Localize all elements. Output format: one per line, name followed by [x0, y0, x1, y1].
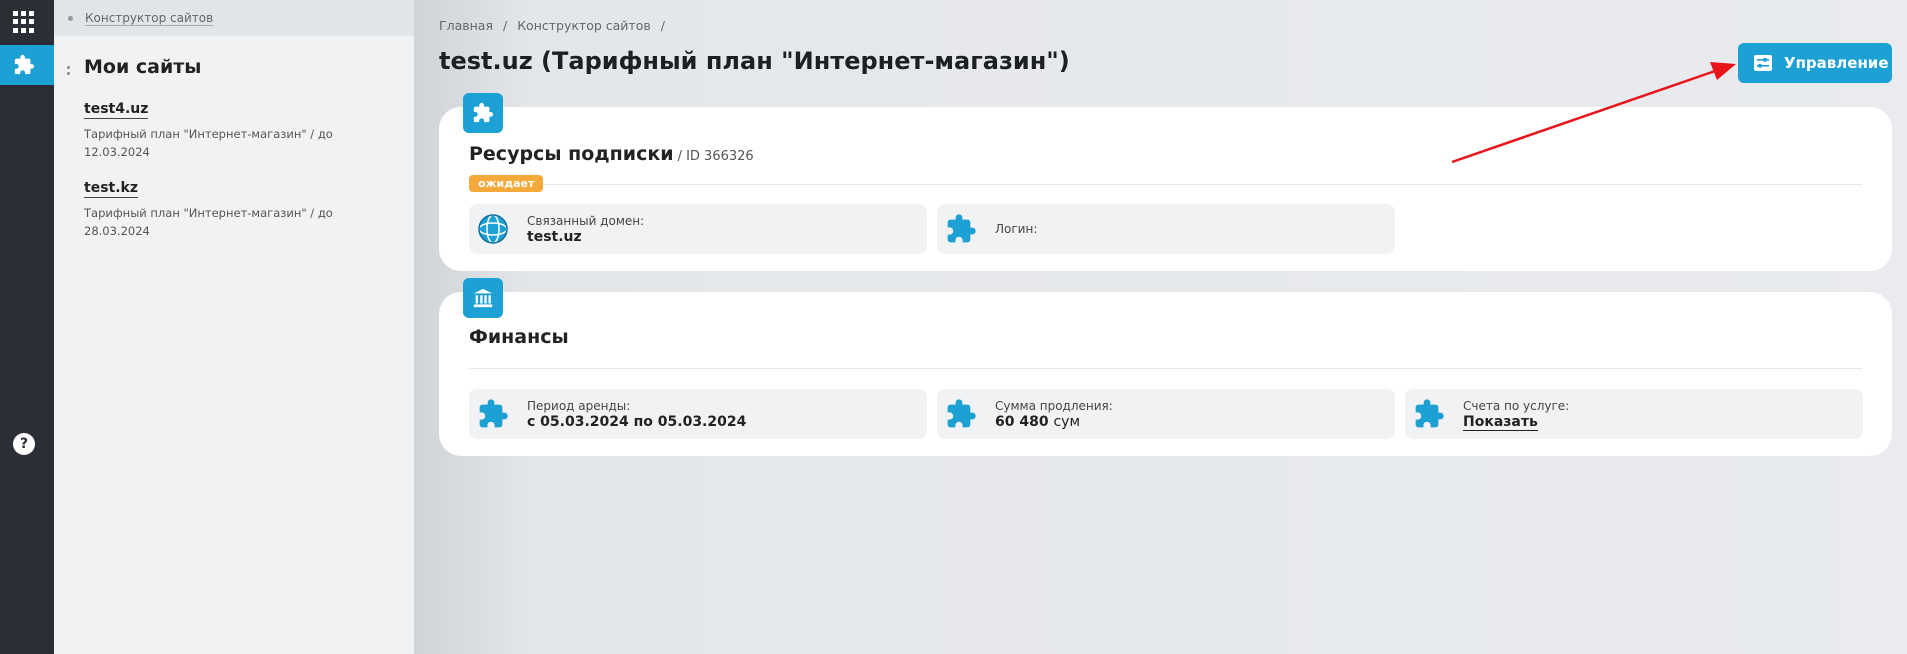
login-field: Логин: [937, 204, 1395, 254]
site-description: Тарифный план "Интернет-магазин" / до 12… [84, 127, 333, 159]
subscription-card: Ресурсы подписки / ID 366326 ожидает Связ… [439, 93, 1892, 271]
puzzle-icon [947, 214, 976, 243]
left-rail: ? [0, 0, 58, 654]
puzzle-icon [1415, 399, 1444, 428]
page-title: test.uz (Тарифный план "Интернет-магазин… [439, 47, 1070, 75]
breadcrumb-site-builder-link[interactable]: Конструктор сайтов [85, 11, 214, 26]
sidebar-title: Мои сайты [84, 56, 202, 78]
renewal-amount-unit: сум [1053, 413, 1081, 430]
puzzle-icon [947, 399, 976, 428]
invoices-show-link[interactable]: Показать [1463, 413, 1538, 431]
rental-period-label: Период аренды: [527, 398, 631, 413]
site-name-link[interactable]: test.kz [84, 180, 138, 198]
site-description: Тарифный план "Интернет-магазин" / до 28… [84, 206, 333, 238]
puzzle-icon [14, 54, 35, 75]
finance-title: Финансы [469, 326, 569, 348]
invoices-label: Счета по услуге: [1463, 398, 1570, 413]
subscription-title-text: Ресурсы подписки [469, 143, 674, 165]
puzzle-icon [479, 399, 508, 428]
site-list-item[interactable]: test4.uz Тарифный план "Интернет-магазин… [84, 98, 384, 161]
globe-icon [478, 214, 508, 244]
linked-domain-label: Связанный домен: [527, 213, 645, 228]
breadcrumb-separator: / [660, 18, 665, 33]
site-name-link[interactable]: test4.uz [84, 101, 149, 119]
rental-period-value: с 05.03.2024 по 05.03.2024 [527, 413, 747, 430]
finance-card: Финансы Период аренды: с 05.03.2024 по 0… [439, 278, 1892, 456]
breadcrumb-home[interactable]: Главная [439, 18, 493, 33]
status-badge: ожидает [469, 175, 544, 192]
apps-grid-icon[interactable] [13, 11, 35, 33]
breadcrumb: Главная / Конструктор сайтов / [439, 18, 671, 33]
manage-button[interactable]: Управление [1738, 43, 1892, 83]
puzzle-icon [463, 93, 503, 133]
rail-item-site-builder[interactable] [0, 45, 58, 85]
login-label: Логин: [995, 222, 1038, 236]
invoices-field: Счета по услуге: Показать [1405, 389, 1863, 439]
linked-domain-value: test.uz [527, 228, 582, 245]
breadcrumb-site-builder[interactable]: Конструктор сайтов [517, 18, 651, 33]
drag-handle-icon [67, 66, 71, 78]
subscription-title: Ресурсы подписки / ID 366326 [469, 143, 754, 165]
manage-button-label: Управление [1784, 54, 1889, 72]
bullet-icon [68, 15, 73, 21]
linked-domain-field: Связанный домен: test.uz [469, 204, 927, 254]
renewal-amount-value: 60 480 [995, 413, 1049, 430]
breadcrumb-separator: / [502, 18, 508, 33]
site-list-item[interactable]: test.kz Тарифный план "Интернет-магазин"… [84, 177, 384, 240]
sidebar-breadcrumb: Конструктор сайтов [54, 0, 414, 36]
renewal-amount-field: Сумма продления: 60 480 сум [937, 389, 1395, 439]
sliders-icon [1754, 55, 1772, 71]
renewal-amount: 60 480 сум [995, 414, 1113, 430]
renewal-amount-label: Сумма продления: [995, 398, 1113, 413]
help-icon[interactable]: ? [13, 433, 35, 455]
subscription-id: / ID 366326 [677, 149, 754, 164]
rental-period-field: Период аренды: с 05.03.2024 по 05.03.202… [469, 389, 927, 439]
divider [469, 368, 1862, 369]
sidebar: Конструктор сайтов Мои сайты test4.uz Та… [54, 0, 414, 654]
main-content: Главная / Конструктор сайтов / test.uz (… [414, 0, 1907, 654]
bank-icon [463, 278, 503, 318]
divider [469, 184, 1862, 185]
